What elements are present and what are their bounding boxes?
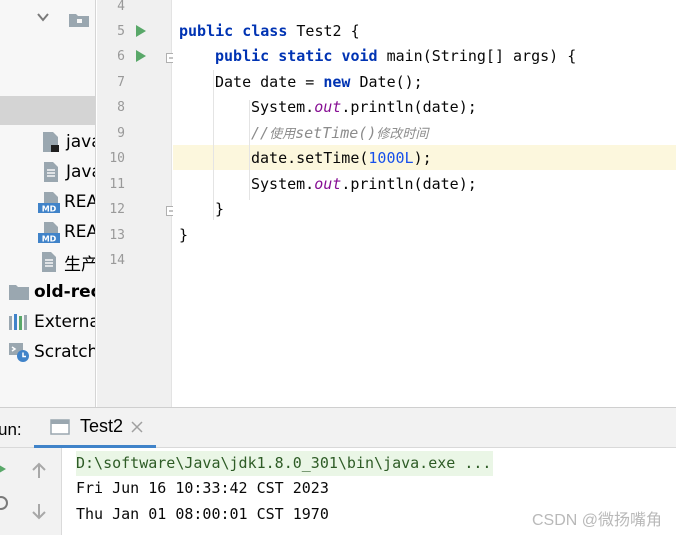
tree-item-scratches[interactable]: Scratch (8, 338, 96, 366)
arrow-down-icon[interactable] (30, 502, 48, 520)
code-line-12: } (215, 197, 224, 222)
tree-item-old-rec-folder[interactable]: old-rec (8, 278, 96, 306)
line-number: 10 (109, 151, 125, 166)
console-command-line: D:\software\Java\jdk1.8.0_301\bin\java.e… (76, 451, 494, 476)
tree-item-label: REA (64, 192, 96, 212)
run-main-icon[interactable] (135, 49, 147, 63)
static-field: out (314, 175, 342, 193)
code-text: Test2 { (296, 22, 360, 40)
code-line-6: public static void main(String[] args) { (215, 44, 576, 69)
code-text: date.setTime( (251, 149, 369, 167)
comment-text: setTime() (295, 124, 377, 142)
code-text: System. (251, 175, 315, 193)
tree-item-label: Scratch (34, 342, 96, 362)
keyword: public (215, 47, 270, 65)
tree-item-external-libraries[interactable]: Externa (8, 308, 96, 336)
line-number: 7 (117, 75, 125, 90)
rerun-icon[interactable] (0, 460, 10, 478)
tree-item-label: java (66, 132, 95, 152)
run-title: un: (0, 420, 22, 439)
static-field: out (314, 98, 342, 116)
tree-item-label: 生产 (64, 254, 96, 275)
tree-item-readme-2[interactable]: MD REA (38, 218, 96, 246)
text-file-icon (38, 251, 60, 273)
console-output-line: Thu Jan 01 08:00:01 CST 1970 (76, 505, 329, 523)
tree-item-label: Java (66, 162, 95, 182)
line-number: 4 (117, 0, 125, 14)
tree-item-java-text[interactable]: Java (40, 158, 95, 186)
code-text: Date(); (359, 73, 423, 91)
run-tab-label: Test2 (80, 416, 124, 436)
console-tab-icon (50, 418, 70, 435)
svg-text:MD: MD (42, 235, 57, 244)
selected-row-highlight (0, 96, 95, 125)
wrench-icon[interactable] (0, 494, 10, 512)
indent-guide (249, 100, 250, 200)
run-tool-window-header: un: Test2 (0, 407, 676, 448)
code-line-13: } (179, 223, 188, 248)
run-class-icon[interactable] (135, 24, 147, 38)
tree-item-label: Externa (34, 312, 96, 332)
tree-item-readme-1[interactable]: MD REA (38, 188, 96, 216)
scratches-icon (8, 341, 30, 363)
line-number: 5 (117, 24, 125, 39)
markdown-icon: MD (38, 221, 60, 243)
code-line-5: public class Test2 { (179, 19, 360, 44)
project-tree: java Java MD REA MD REA 生产 old-rec Exter (0, 0, 96, 407)
tree-item-label: REA (64, 222, 96, 242)
keyword: class (242, 22, 288, 40)
comment-text: // (251, 124, 270, 142)
editor-gutter[interactable]: 4 5 6 7 8 9 10 11 12 13 14 (97, 0, 172, 407)
tree-item-label: old-rec (34, 282, 96, 302)
line-number: 14 (109, 253, 125, 268)
code-text: ); (413, 149, 432, 167)
code-text: Date date = (215, 73, 324, 91)
code-line-9: //使用setTime()修改时间 (251, 121, 428, 147)
chevron-down-icon[interactable] (36, 10, 50, 24)
code-text: .println(date); (341, 98, 477, 116)
run-toolbar (0, 448, 62, 535)
tree-item-text-file[interactable]: 生产 (38, 248, 96, 276)
line-number: 6 (117, 49, 125, 64)
markdown-icon: MD (38, 191, 60, 213)
keyword: public (179, 22, 234, 40)
code-text: .println(date); (341, 175, 477, 193)
folder-icon (8, 281, 30, 303)
line-number: 8 (117, 100, 125, 115)
close-icon[interactable] (131, 420, 143, 433)
line-number: 9 (117, 126, 125, 141)
code-text: } (215, 200, 225, 218)
folder-icon (69, 14, 89, 27)
keyword: static (278, 47, 333, 65)
run-tab-test2[interactable]: Test2 (34, 408, 156, 448)
code-line-11: System.out.println(date); (251, 172, 477, 197)
comment-text: 修改时间 (376, 127, 429, 142)
arrow-up-icon[interactable] (30, 462, 48, 480)
keyword: new (323, 73, 351, 91)
number-literal: 1000L (368, 149, 414, 167)
java-file-icon (40, 131, 62, 153)
tree-item-java-file[interactable]: java (40, 128, 95, 156)
code-editor[interactable]: public class Test2 { public static void … (173, 0, 676, 407)
comment-text: 使用 (269, 127, 296, 142)
code-line-8: System.out.println(date); (251, 95, 477, 120)
keyword: void (341, 47, 378, 65)
text-file-icon (40, 161, 62, 183)
svg-text:MD: MD (42, 205, 57, 214)
indent-guide (213, 70, 214, 220)
code-line-7: Date date = new Date(); (215, 70, 423, 95)
line-number: 12 (109, 202, 125, 217)
watermark: CSDN @微扬嘴角 (531, 512, 662, 529)
line-number: 11 (109, 177, 125, 192)
code-text: } (179, 226, 189, 244)
line-number: 13 (109, 228, 125, 243)
code-line-10: date.setTime(1000L); (251, 146, 432, 171)
console-output-line: Fri Jun 16 10:33:42 CST 2023 (76, 479, 329, 497)
external-libraries-icon (8, 311, 30, 333)
code-text: System. (251, 98, 315, 116)
code-text: main(String[] args) { (386, 47, 577, 65)
